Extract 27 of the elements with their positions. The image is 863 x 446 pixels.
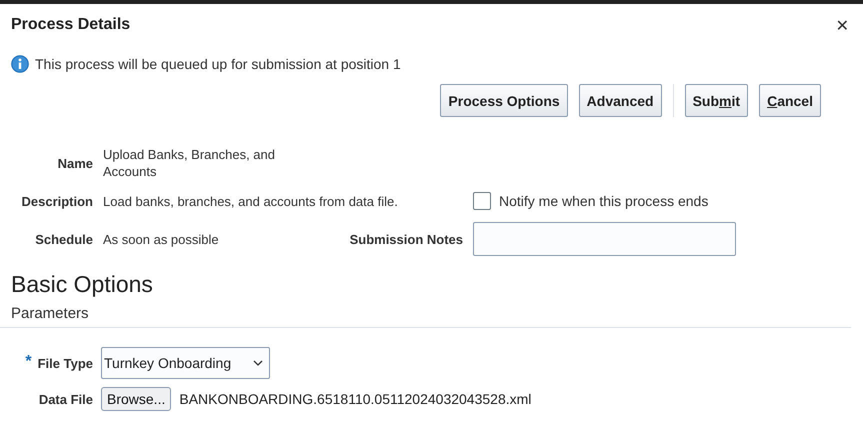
chevron-down-icon	[253, 360, 263, 366]
field-label: Description	[20, 194, 93, 208]
field-value: Load banks, branches, and accounts from data file.	[103, 194, 399, 208]
field-label: Data File	[38, 392, 93, 406]
close-button[interactable]: ✕	[836, 16, 849, 34]
dropdown[interactable]: Turnkey Onboarding	[101, 347, 270, 379]
toolbar-button[interactable]: Process Options	[440, 84, 568, 117]
action-button[interactable]: Cancel	[759, 84, 821, 117]
required-mark: *	[25, 356, 32, 368]
input-field[interactable]	[473, 222, 736, 256]
file-name: BANKONBOARDING.6518110.05112024032043528.xml	[179, 391, 532, 407]
subsection-title: Parameters	[0, 298, 851, 328]
field-label: Submission Notes	[348, 232, 463, 246]
info-message: This process will be queued up for submission at position 1	[35, 56, 401, 72]
dialog-title: Process Details	[11, 16, 130, 34]
field-value: As soon as possible	[103, 232, 220, 246]
field-value: Upload Banks, Branches, and Accounts	[103, 146, 276, 180]
field-label: Schedule	[34, 232, 93, 246]
browse-button[interactable]: Browse...	[101, 387, 172, 411]
toolbar-button[interactable]: Advanced	[578, 84, 662, 117]
checkbox-label[interactable]: Notify me when this process ends	[499, 193, 708, 209]
section-title: Basic Options	[10, 270, 154, 298]
checkbox[interactable]	[473, 192, 491, 210]
action-button[interactable]: Submit	[684, 84, 748, 117]
field-label: Name	[56, 156, 93, 170]
field-label: File Type	[38, 356, 93, 370]
info-icon	[11, 55, 29, 73]
